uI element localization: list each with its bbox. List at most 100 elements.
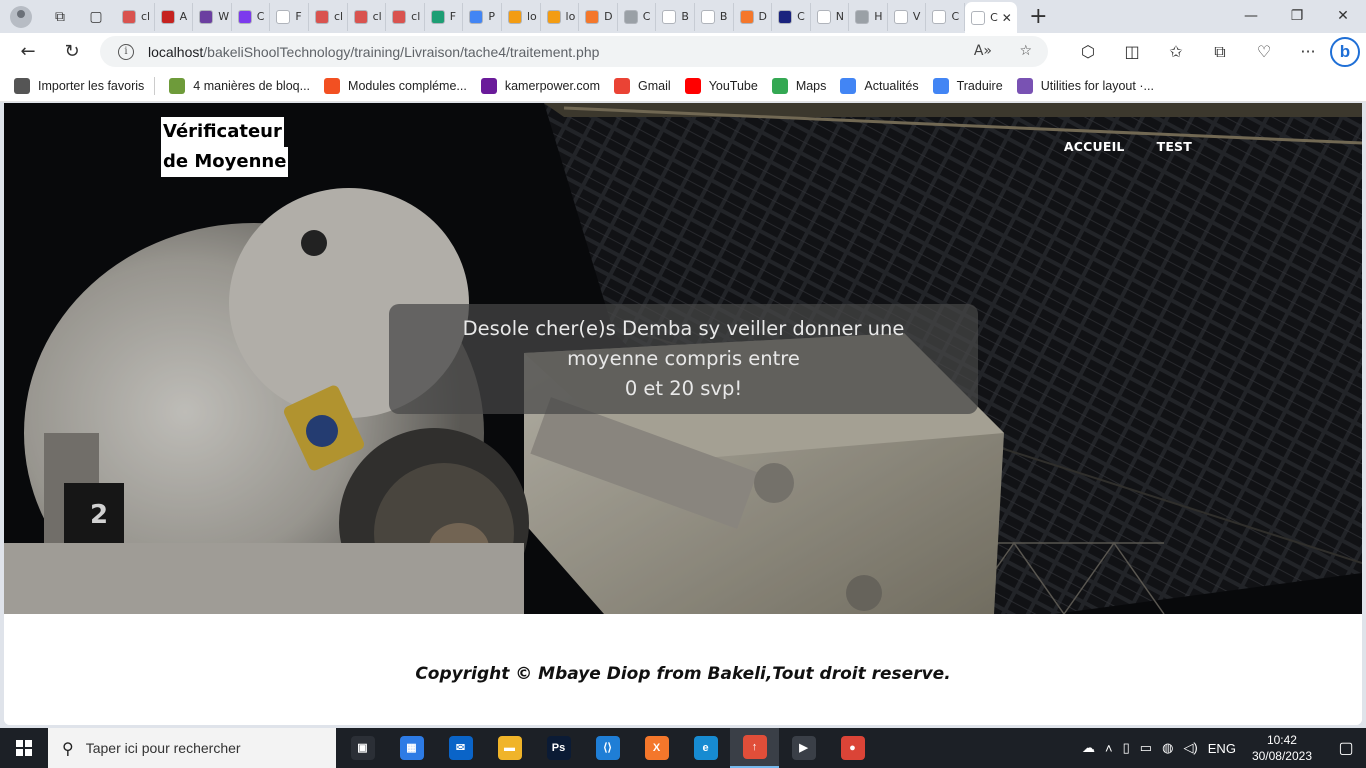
favorite-link[interactable]: Modules compléme... bbox=[324, 77, 467, 94]
favorite-star-icon[interactable]: ☆ bbox=[1019, 43, 1032, 59]
brand-logo[interactable]: Vérificateur de Moyenne bbox=[161, 117, 289, 177]
tab-favicon-icon bbox=[739, 9, 754, 24]
taskbar-app-photoshop[interactable]: Ps bbox=[534, 728, 583, 768]
browser-tab[interactable]: B bbox=[695, 2, 734, 31]
favorite-link[interactable]: Traduire bbox=[932, 77, 1003, 94]
usb-icon[interactable]: ▯ bbox=[1123, 740, 1130, 756]
split-screen-icon[interactable]: ◫ bbox=[1110, 42, 1154, 61]
collections-icon[interactable]: ⧉ bbox=[1198, 42, 1242, 62]
refresh-button[interactable]: ↻ bbox=[54, 41, 90, 62]
mail-icon: ✉ bbox=[448, 736, 473, 760]
tab-favicon-icon bbox=[932, 9, 947, 24]
taskbar-app-explorer[interactable]: ▬ bbox=[485, 728, 534, 768]
tab-actions-icon[interactable]: ▢ bbox=[88, 9, 104, 25]
tab-title: D bbox=[604, 10, 613, 23]
nav-test[interactable]: TEST bbox=[1157, 139, 1192, 154]
favorite-link[interactable]: Gmail bbox=[614, 77, 671, 94]
taskbar-app-chrome[interactable]: ● bbox=[828, 728, 877, 768]
show-hidden-icons-icon[interactable]: ˄ bbox=[1105, 741, 1113, 756]
favorite-link[interactable]: 4 manières de bloq... bbox=[169, 77, 310, 94]
browser-tab[interactable]: cl bbox=[386, 2, 425, 31]
back-button[interactable]: ← bbox=[10, 41, 46, 62]
browser-tab[interactable]: P bbox=[463, 2, 502, 31]
browser-tab[interactable]: F bbox=[425, 2, 464, 31]
workspaces-icon[interactable]: ⧉ bbox=[52, 9, 68, 25]
close-tab-icon[interactable]: ✕ bbox=[1002, 11, 1012, 25]
read-aloud-icon[interactable]: A» bbox=[974, 43, 992, 59]
browser-tab[interactable]: C bbox=[772, 2, 811, 31]
taskbar-app-mail[interactable]: ✉ bbox=[436, 728, 485, 768]
tab-title: C bbox=[642, 10, 651, 23]
browser-tab[interactable]: C bbox=[618, 2, 657, 31]
favorite-link[interactable]: Actualités bbox=[840, 77, 919, 94]
url-text[interactable]: localhost/bakeliShoolTechnology/training… bbox=[148, 44, 599, 60]
new-tab-button[interactable]: + bbox=[1029, 5, 1047, 27]
tab-title: lo bbox=[526, 10, 537, 23]
favorite-label: YouTube bbox=[708, 78, 758, 93]
browser-tab[interactable]: lo bbox=[502, 2, 541, 31]
favorites-bar: Importer les favoris 4 manières de bloq..… bbox=[0, 70, 1366, 102]
tab-favicon-icon bbox=[314, 9, 329, 24]
notifications-icon[interactable]: ▢ bbox=[1326, 738, 1366, 758]
taskbar-app-vscode[interactable]: ⟨⟩ bbox=[583, 728, 632, 768]
browser-tab[interactable]: C bbox=[926, 2, 966, 31]
language-indicator[interactable]: ENG bbox=[1208, 741, 1236, 756]
browser-tab[interactable]: F bbox=[270, 2, 309, 31]
taskbar-search[interactable]: ⚲ Taper ici pour rechercher bbox=[48, 728, 336, 768]
favorite-link[interactable]: YouTube bbox=[684, 77, 758, 94]
favorite-icon bbox=[684, 77, 701, 94]
favorite-link[interactable]: kamerpower.com bbox=[480, 77, 600, 94]
address-bar[interactable]: i localhost/bakeliShoolTechnology/traini… bbox=[100, 36, 1048, 67]
page-footer: Copyright © Mbaye Diop from Bakeli,Tout … bbox=[4, 614, 1362, 725]
tab-title: V bbox=[912, 10, 921, 23]
taskbar-app-xampp[interactable]: X bbox=[632, 728, 681, 768]
favorite-label: Traduire bbox=[956, 78, 1003, 93]
browser-tab[interactable]: W bbox=[193, 2, 232, 31]
browser-tab[interactable]: D bbox=[579, 2, 618, 31]
bing-copilot-icon[interactable]: b bbox=[1330, 36, 1360, 67]
network-icon[interactable]: ◍ bbox=[1162, 740, 1173, 756]
browser-tab[interactable]: N bbox=[811, 2, 850, 31]
profile-avatar[interactable] bbox=[10, 5, 32, 28]
more-menu-icon[interactable]: ··· bbox=[1286, 42, 1330, 61]
taskbar-app-edge[interactable]: e bbox=[681, 728, 730, 768]
taskbar-app-media[interactable]: ▶ bbox=[779, 728, 828, 768]
clock-time: 10:42 bbox=[1266, 733, 1297, 747]
clock[interactable]: 10:42 30/08/2023 bbox=[1252, 732, 1312, 764]
close-window-button[interactable]: ✕ bbox=[1320, 0, 1366, 33]
taskbar-app-task-view[interactable]: ▣ bbox=[338, 728, 387, 768]
browser-tab[interactable]: cl bbox=[348, 2, 387, 31]
favorite-link[interactable]: Importer les favoris bbox=[14, 77, 144, 94]
browser-tab[interactable]: cl bbox=[309, 2, 348, 31]
minimize-button[interactable]: — bbox=[1228, 0, 1274, 33]
extensions-icon[interactable]: ⬡ bbox=[1066, 42, 1110, 61]
restore-button[interactable]: ❐ bbox=[1274, 0, 1320, 33]
performance-icon[interactable]: ♡ bbox=[1242, 42, 1286, 61]
tab-favicon-icon bbox=[778, 9, 793, 24]
clock-date: 30/08/2023 bbox=[1251, 749, 1312, 763]
favorite-link[interactable]: Utilities for layout ·... bbox=[1016, 77, 1154, 94]
favorite-link[interactable]: Maps bbox=[771, 77, 826, 94]
weather-icon[interactable]: ☁ bbox=[1082, 740, 1095, 756]
volume-icon[interactable]: ◁) bbox=[1183, 740, 1197, 756]
tab-favicon-icon bbox=[392, 9, 407, 24]
browser-tab[interactable]: C bbox=[232, 2, 271, 31]
browser-tab[interactable]: V bbox=[888, 2, 927, 31]
tab-title: N bbox=[835, 10, 844, 23]
taskbar-app-git[interactable]: ↑ bbox=[730, 728, 779, 768]
browser-tab[interactable]: lo bbox=[541, 2, 580, 31]
battery-icon[interactable]: ▭ bbox=[1140, 740, 1152, 756]
browser-tab[interactable]: A bbox=[155, 2, 194, 31]
start-button[interactable] bbox=[0, 728, 48, 768]
site-info-icon[interactable]: i bbox=[118, 43, 134, 60]
tab-favicon-icon bbox=[893, 9, 908, 24]
tab-title: P bbox=[488, 10, 495, 23]
taskbar-app-store[interactable]: ▦ bbox=[387, 728, 436, 768]
active-browser-tab[interactable]: C ✕ bbox=[965, 2, 1018, 33]
favorites-icon[interactable]: ✩ bbox=[1154, 42, 1198, 61]
nav-accueil[interactable]: ACCUEIL bbox=[1064, 139, 1125, 154]
browser-tab[interactable]: B bbox=[656, 2, 695, 31]
browser-tab[interactable]: cl bbox=[116, 2, 155, 31]
browser-tab[interactable]: D bbox=[734, 2, 773, 31]
browser-tab[interactable]: H bbox=[849, 2, 888, 31]
